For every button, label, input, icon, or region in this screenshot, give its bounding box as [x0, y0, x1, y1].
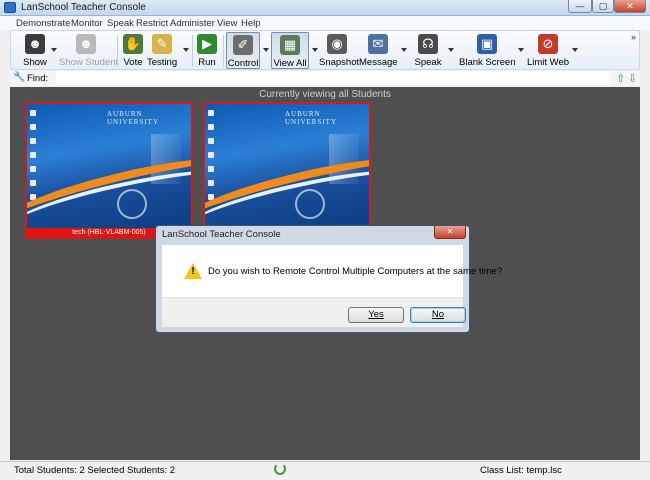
class-list-status: Class List: temp.lsc: [480, 465, 562, 476]
blank-screen-button[interactable]: ▣ Blank Screen: [459, 32, 516, 69]
testing-button[interactable]: ✎ Testing: [147, 32, 177, 69]
status-bar: Total Students: 2 Selected Students: 2 C…: [0, 461, 650, 480]
wallpaper-logo: AUBURN UNIVERSITY: [285, 110, 337, 126]
dialog-body: ! Do you wish to Remote Control Multiple…: [162, 245, 502, 297]
menu-help[interactable]: Help: [241, 18, 261, 29]
show-label: Show: [23, 57, 47, 68]
yes-button[interactable]: Yes: [348, 307, 404, 323]
snapshot-icon: ◉: [327, 34, 347, 54]
app-window: LanSchool Teacher Console — ▢ ✕ Demonstr…: [0, 0, 650, 480]
desktop-icons: [208, 110, 214, 208]
show-student-label: Show Student: [59, 57, 119, 68]
menu-demonstrate[interactable]: Demonstrate: [16, 18, 70, 29]
message-label: Message: [359, 57, 398, 68]
toolbar-separator: [192, 35, 193, 67]
show-dropdown-icon[interactable]: [51, 48, 57, 52]
show-student-icon: ☻: [76, 34, 96, 54]
control-dropdown-icon[interactable]: [263, 48, 269, 52]
wallpaper-logo: AUBURN UNIVERSITY: [107, 110, 159, 126]
vote-label: Vote: [123, 57, 143, 68]
vote-icon: ✋: [123, 34, 143, 54]
limit-web-dropdown-icon[interactable]: [572, 48, 578, 52]
speak-label: Speak: [414, 57, 442, 68]
menu-restrict[interactable]: Restrict: [136, 18, 168, 29]
toolbar: ☻ Show ☻ Show Student ✋ Vote ✎ Testing ▶…: [10, 30, 640, 70]
show-button[interactable]: ☻ Show: [15, 32, 55, 69]
arrow-down-icon[interactable]: ⇩: [628, 72, 637, 85]
dialog-close-button[interactable]: ✕: [434, 226, 466, 239]
snapshot-label: Snapshot: [319, 57, 360, 68]
find-icon: 🔧: [13, 72, 26, 83]
testing-icon: ✎: [152, 34, 172, 54]
close-button[interactable]: ✕: [614, 0, 646, 13]
menu-administer[interactable]: Administer: [170, 18, 215, 29]
wallpaper-graphic: [117, 189, 147, 219]
dialog-title: LanSchool Teacher Console: [162, 229, 281, 240]
limit-web-label: Limit Web: [526, 57, 570, 68]
view-all-label: View All: [273, 58, 307, 69]
snapshot-button[interactable]: ◉ Snapshot: [319, 32, 360, 69]
view-all-icon: ▦: [280, 35, 300, 55]
run-button[interactable]: ▶ Run: [195, 32, 219, 69]
viewing-status: Currently viewing all Students: [259, 89, 391, 100]
toolbar-overflow-button[interactable]: »: [631, 32, 636, 42]
limit-web-button[interactable]: ⊘ Limit Web: [525, 32, 571, 69]
no-label: No: [431, 309, 445, 320]
title-bar: LanSchool Teacher Console — ▢ ✕: [0, 0, 650, 16]
window-title: LanSchool Teacher Console: [21, 2, 146, 13]
find-label: Find:: [27, 73, 49, 84]
run-label: Run: [198, 57, 216, 68]
message-button[interactable]: ✉ Message: [359, 32, 398, 69]
testing-dropdown-icon[interactable]: [183, 48, 189, 52]
refresh-icon[interactable]: [274, 463, 286, 475]
view-all-button[interactable]: ▦ View All: [271, 32, 309, 69]
show-icon: ☻: [25, 34, 45, 54]
student-thumbnail[interactable]: AUBURN UNIVERSITY: [203, 102, 371, 239]
student-thumbnail[interactable]: AUBURN UNIVERSITY: [25, 102, 193, 239]
wallpaper-graphic: [295, 189, 325, 219]
toolbar-separator: [223, 35, 224, 67]
speak-dropdown-icon[interactable]: [448, 48, 454, 52]
no-button[interactable]: No: [410, 307, 466, 323]
app-icon: [4, 2, 16, 13]
toolbar-separator: [117, 35, 118, 67]
dialog-message: Do you wish to Remote Control Multiple C…: [208, 266, 503, 277]
testing-label: Testing: [147, 57, 178, 68]
menu-speak[interactable]: Speak: [107, 18, 134, 29]
find-bar: 🔧 Find: ⇧ ⇩: [10, 71, 640, 86]
maximize-button[interactable]: ▢: [592, 0, 614, 13]
arrow-up-icon[interactable]: ⇧: [616, 72, 625, 85]
confirm-dialog: LanSchool Teacher Console ✕ ! Do you wis…: [155, 225, 502, 333]
blank-screen-icon: ▣: [477, 34, 497, 54]
menu-monitor[interactable]: Monitor: [71, 18, 103, 29]
yes-label: Yes: [368, 309, 384, 320]
speak-icon: ☊: [418, 34, 438, 54]
view-all-dropdown-icon[interactable]: [312, 48, 318, 52]
desktop-icons: [30, 110, 36, 208]
speak-button[interactable]: ☊ Speak: [411, 32, 445, 69]
control-label: Control: [227, 58, 259, 69]
find-input[interactable]: [56, 71, 610, 85]
student-count-status: Total Students: 2 Selected Students: 2: [14, 465, 176, 476]
menu-view[interactable]: View: [217, 18, 237, 29]
menu-bar: Demonstrate Monitor Speak Restrict Admin…: [0, 16, 650, 30]
show-student-button[interactable]: ☻ Show Student: [59, 32, 119, 69]
control-button[interactable]: ✐ Control: [226, 32, 260, 69]
dialog-button-row: Yes No: [162, 297, 466, 327]
message-dropdown-icon[interactable]: [401, 48, 407, 52]
warning-mark: !: [191, 266, 195, 277]
minimize-button[interactable]: —: [568, 0, 592, 13]
message-icon: ✉: [368, 34, 388, 54]
limit-web-icon: ⊘: [538, 34, 558, 54]
control-icon: ✐: [233, 35, 253, 55]
blank-screen-label: Blank Screen: [459, 57, 516, 68]
vote-button[interactable]: ✋ Vote: [119, 32, 147, 69]
run-icon: ▶: [197, 34, 217, 54]
blank-screen-dropdown-icon[interactable]: [518, 48, 524, 52]
